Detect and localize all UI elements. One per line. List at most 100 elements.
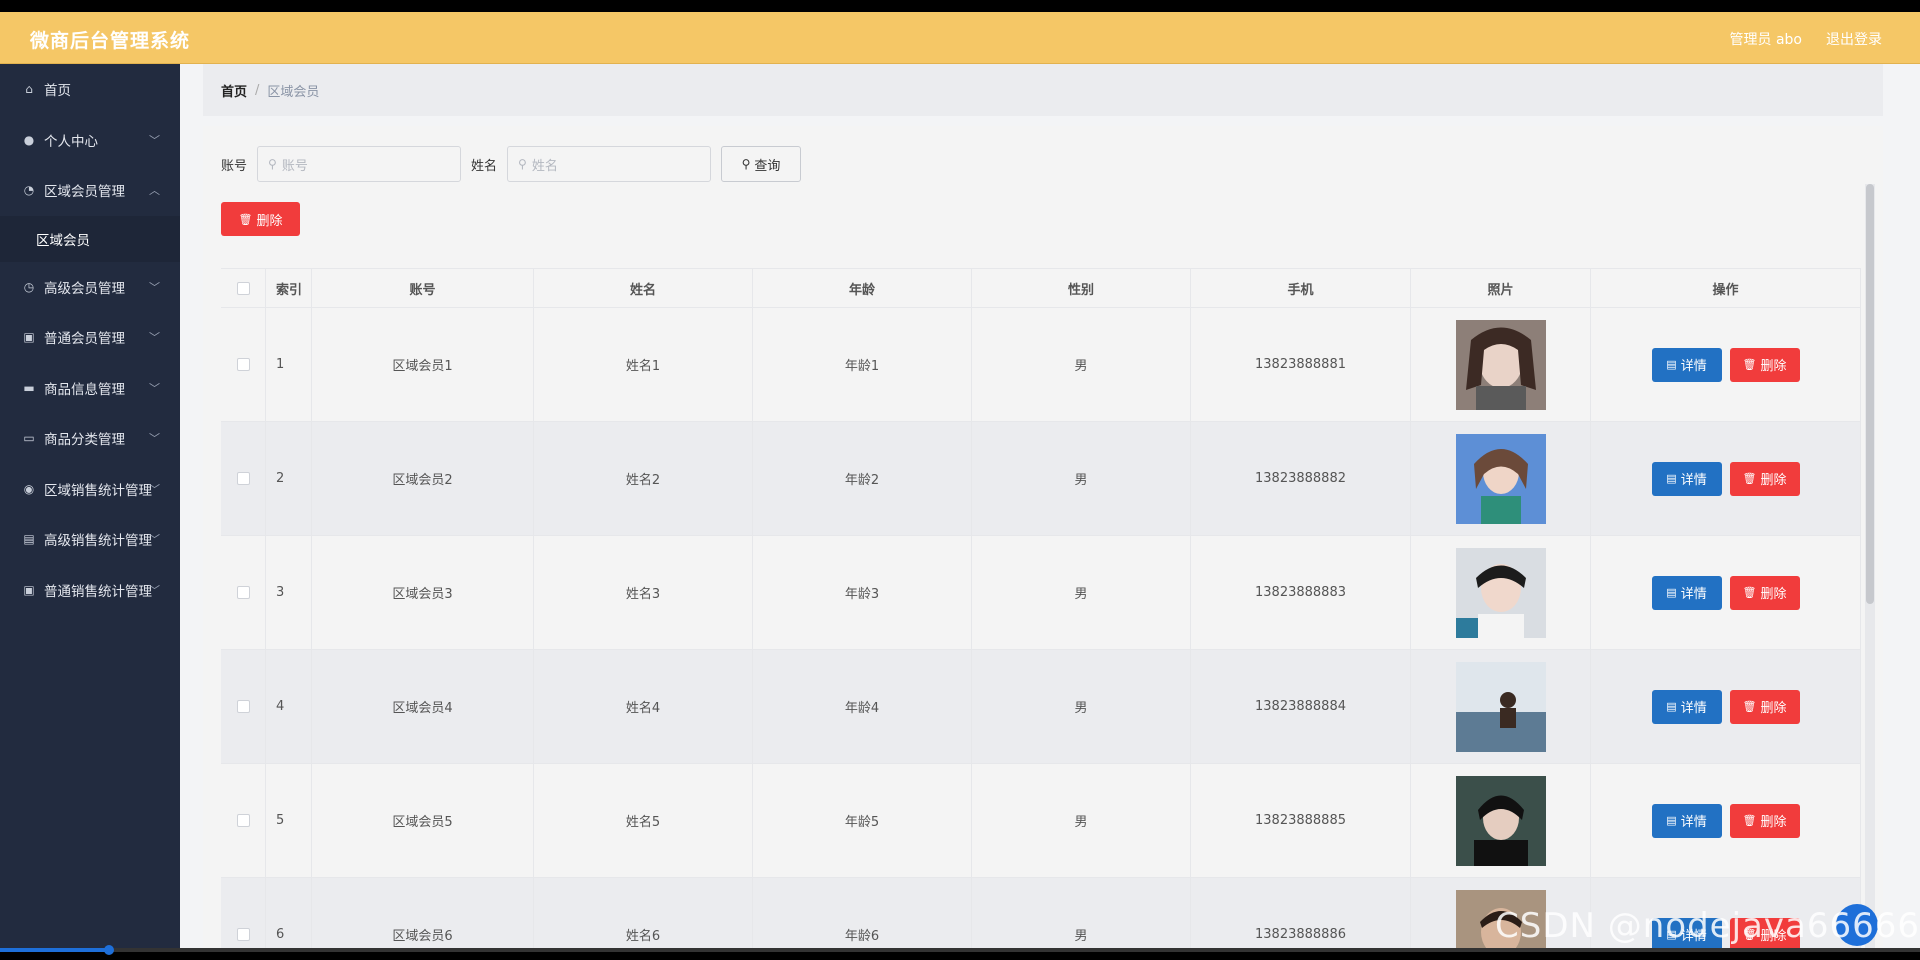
top-bar: 微商后台管理系统 管理员 abo 退出登录 [0, 12, 1920, 64]
sidebar-item[interactable]: ▣ 普通销售统计管理 ﹀ [0, 565, 180, 616]
delete-button[interactable]: 🗑 删除 [1729, 689, 1800, 724]
detail-label: 详情 [1680, 701, 1707, 716]
sidebar-item[interactable]: ◉ 区域销售统计管理 ﹀ [0, 464, 180, 515]
detail-button[interactable]: ▤ 详情 [1651, 803, 1722, 838]
row-checkbox-cell [221, 650, 266, 763]
document-icon: ▤ [1666, 472, 1677, 485]
breadcrumb-separator: / [255, 82, 260, 98]
vertical-scrollbar[interactable] [1865, 184, 1875, 948]
document-icon: ▤ [1666, 358, 1677, 371]
chevron-icon: ﹀ [149, 280, 160, 294]
row-checkbox[interactable] [236, 700, 250, 713]
delete-button[interactable]: 🗑 删除 [1729, 575, 1800, 610]
member-photo[interactable] [1455, 547, 1546, 638]
cell-age: 年龄5 [753, 764, 972, 877]
account-search-input[interactable]: ⚲ 账号 [257, 146, 462, 182]
cell-index: 5 [266, 764, 312, 877]
row-checkbox[interactable] [236, 358, 250, 371]
delete-label: 删除 [1760, 473, 1787, 488]
detail-button[interactable]: ▤ 详情 [1651, 575, 1722, 610]
scrollbar-thumb[interactable] [1866, 184, 1874, 604]
query-button[interactable]: ⚲ 查询 [721, 146, 802, 182]
home-icon: ⌂ [25, 82, 33, 97]
batch-delete-button[interactable]: 🗑 删除 [221, 202, 300, 236]
cell-phone: 13823888883 [1191, 536, 1411, 649]
row-checkbox[interactable] [236, 472, 250, 485]
row-checkbox[interactable] [236, 928, 250, 941]
cell-account: 区域会员2 [312, 422, 534, 535]
sidebar: ⌂ 首页 ● 个人中心 ﹀ ◔ 区域会员管理 ︿ 区域会员 ◷ 高级会员管理 ﹀ ▣ 普通会员管理 ﹀ ▬ 商品… [0, 64, 180, 948]
breadcrumb-home[interactable]: 首页 [221, 81, 247, 100]
sidebar-item[interactable]: ◷ 高级会员管理 ﹀ [0, 262, 180, 313]
sidebar-subitem-label: 区域会员 [36, 232, 90, 249]
sidebar-item-label: 区域销售统计管理 [44, 482, 152, 499]
delete-button[interactable]: 🗑 删除 [1729, 803, 1800, 838]
cell-account: 区域会员6 [312, 878, 534, 948]
member-photo[interactable] [1455, 661, 1546, 752]
trash-icon: 🗑 [1742, 814, 1757, 827]
message-icon: ▭ [23, 431, 35, 446]
sidebar-item[interactable]: ◔ 区域会员管理 ︿ [0, 165, 180, 216]
logout-link[interactable]: 退出登录 [1826, 29, 1882, 49]
sidebar-item-label: 普通会员管理 [44, 331, 125, 348]
detail-button[interactable]: ▤ 详情 [1651, 347, 1722, 382]
detail-button[interactable]: ▤ 详情 [1651, 689, 1722, 724]
name-label: 姓名 [471, 158, 498, 174]
delete-button[interactable]: 🗑 删除 [1729, 461, 1800, 496]
sidebar-item[interactable]: ⌂ 首页 [0, 64, 180, 115]
clock-icon: ◷ [23, 279, 35, 294]
member-table: 索引 账号 姓名 年龄 性别 手机 照片 操作 1 区域会员1 姓名1 年龄1 男 1382388888… [221, 268, 1861, 948]
delete-label: 删除 [1760, 587, 1787, 602]
sidebar-item-label: 高级销售统计管理 [44, 533, 152, 550]
cell-account: 区域会员3 [312, 536, 534, 649]
table-row: 2 区域会员2 姓名2 年龄2 男 13823888882 ▤ 详情 🗑 删除 [221, 422, 1861, 536]
delete-button[interactable]: 🗑 删除 [1729, 347, 1800, 382]
cell-index: 2 [266, 422, 312, 535]
member-photo[interactable] [1455, 775, 1546, 866]
sidebar-subitem[interactable]: 区域会员 [0, 215, 180, 262]
chevron-icon: ﹀ [149, 331, 160, 344]
detail-button[interactable]: ▤ 详情 [1651, 461, 1722, 496]
sidebar-item[interactable]: ▭ 商品分类管理 ﹀ [0, 413, 180, 464]
sidebar-item[interactable]: ▤ 高级销售统计管理 ﹀ [0, 514, 180, 565]
name-search-input[interactable]: ⚲ 姓名 [507, 146, 712, 182]
sidebar-item[interactable]: ▬ 商品信息管理 ﹀ [0, 363, 180, 414]
document-icon: ▤ [1666, 700, 1677, 713]
column-header: 手机 [1191, 269, 1411, 307]
select-all-checkbox[interactable] [236, 281, 250, 295]
member-photo[interactable] [1455, 319, 1546, 410]
cell-age: 年龄3 [753, 536, 972, 649]
search-form: 账号 ⚲ 账号 姓名 ⚲ 姓名 ⚲ 查询 [221, 146, 802, 182]
row-checkbox-cell [221, 422, 266, 535]
cell-phone: 13823888882 [1191, 422, 1411, 535]
cell-actions: ▤ 详情 🗑 删除 [1591, 422, 1861, 535]
cell-phone: 13823888884 [1191, 650, 1411, 763]
video-progress-bar[interactable] [0, 945, 1920, 955]
cell-photo [1411, 422, 1591, 535]
sidebar-item-label: 商品分类管理 [44, 432, 125, 449]
header-checkbox-cell [221, 269, 266, 307]
query-label: 查询 [754, 158, 781, 174]
row-checkbox[interactable] [236, 586, 250, 599]
member-photo[interactable] [1455, 433, 1546, 524]
cell-photo [1411, 650, 1591, 763]
sidebar-item[interactable]: ● 个人中心 ﹀ [0, 115, 180, 166]
cell-gender: 男 [972, 650, 1191, 763]
cell-index: 6 [266, 878, 312, 948]
row-checkbox[interactable] [236, 814, 250, 827]
search-icon: ⚲ [268, 157, 277, 171]
sidebar-item[interactable]: ▣ 普通会员管理 ﹀ [0, 312, 180, 363]
sidebar-item-label: 商品信息管理 [44, 381, 125, 398]
chevron-icon: ﹀ [149, 533, 160, 546]
table-row: 5 区域会员5 姓名5 年龄5 男 13823888885 ▤ 详情 🗑 删除 [221, 764, 1861, 878]
row-checkbox-cell [221, 308, 266, 421]
app-title: 微商后台管理系统 [30, 30, 191, 52]
user-icon: ● [23, 132, 35, 147]
delete-label: 删除 [1760, 359, 1787, 374]
delete-label: 删除 [1760, 815, 1787, 830]
trash-icon: 🗑 [1742, 700, 1757, 713]
briefcase-icon: ▤ [23, 532, 35, 547]
detail-label: 详情 [1680, 815, 1707, 830]
trash-icon: 🗑 [238, 212, 253, 226]
progress-knob[interactable] [104, 945, 114, 955]
